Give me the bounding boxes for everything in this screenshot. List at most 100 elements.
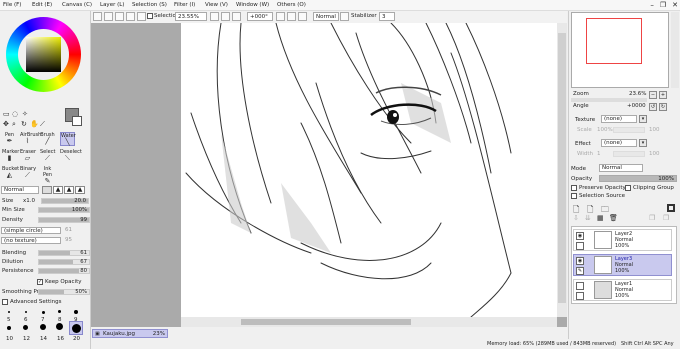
layer-effect-select[interactable]: (none): [601, 139, 637, 147]
flip-button[interactable]: [340, 12, 349, 21]
rect-select-icon[interactable]: ▭: [3, 110, 10, 118]
brush-dot-16[interactable]: [56, 323, 63, 330]
brush-dot-10[interactable]: [7, 326, 11, 330]
lasso-icon[interactable]: ◌: [12, 110, 18, 118]
tool-deselect[interactable]: Deselect ⟍: [60, 149, 82, 163]
tool-airbrush[interactable]: AirBrush ⌇: [20, 132, 41, 146]
advanced-settings-checkbox[interactable]: [2, 299, 8, 305]
rotate-left-button[interactable]: [276, 12, 285, 21]
zoom-field[interactable]: 23.55%: [175, 12, 207, 21]
brush-shape-triangle-small-icon[interactable]: ▲: [53, 186, 63, 194]
menu-others[interactable]: Others (O): [277, 2, 306, 8]
size-multiplier[interactable]: x1.0: [23, 198, 35, 204]
rotate-reset-button[interactable]: [298, 12, 307, 21]
brush-dot-14[interactable]: [40, 324, 46, 330]
brush-shape-triangle-mid-icon[interactable]: ▲: [64, 186, 74, 194]
nav-zoom-slider[interactable]: [571, 98, 647, 102]
zoom-icon[interactable]: ⌕: [12, 120, 16, 129]
visibility-box[interactable]: [576, 282, 584, 290]
brush-shape-square[interactable]: [42, 186, 52, 194]
keep-opacity-checkbox[interactable]: ✓: [37, 279, 43, 285]
tool-marker[interactable]: Marker ▮: [2, 149, 19, 163]
tool-water[interactable]: Water ╲: [60, 132, 76, 146]
hand-icon[interactable]: ✋: [30, 120, 39, 128]
rotation-field[interactable]: +000°: [247, 12, 273, 21]
horizontal-scrollbar[interactable]: [181, 317, 557, 327]
texture-dropdown-button[interactable]: ▾: [639, 115, 647, 123]
menu-file[interactable]: File (F): [3, 2, 21, 8]
layer-mode-select[interactable]: Normal: [599, 164, 643, 172]
navigator-preview[interactable]: [571, 12, 669, 88]
delete-layer-icon[interactable]: 🗑: [609, 214, 618, 222]
invert-selection-button[interactable]: [115, 12, 124, 21]
clear-layer-icon[interactable]: ▦: [597, 214, 604, 222]
brush-dot-9[interactable]: [74, 310, 78, 314]
layer-opacity-slider[interactable]: 100%: [599, 175, 677, 182]
layer-texture-select[interactable]: (none): [601, 115, 637, 123]
layer-lock-box[interactable]: [576, 242, 584, 250]
close-button[interactable]: ✕: [672, 1, 678, 9]
tool-select[interactable]: Select ⟋: [40, 149, 55, 163]
zoom-reset-button[interactable]: [232, 12, 241, 21]
minimize-button[interactable]: –: [650, 1, 654, 9]
magic-wand-icon[interactable]: ✧: [22, 110, 28, 118]
scale-slider[interactable]: [613, 127, 645, 133]
brush-blend-mode-select[interactable]: Normal: [1, 186, 39, 194]
layer-item-selected[interactable]: ◉ ✎ Layer3 Normal 100%: [573, 254, 672, 276]
menu-layer[interactable]: Layer (L): [100, 2, 124, 8]
menu-canvas[interactable]: Canvas (C): [62, 2, 92, 8]
selection-source-checkbox[interactable]: [571, 193, 577, 199]
tool-eraser[interactable]: Eraser ▱: [20, 149, 36, 163]
min-size-slider[interactable]: 100%: [38, 207, 90, 213]
preserve-opacity-checkbox[interactable]: [571, 185, 577, 191]
navigator-scrollbar[interactable]: [671, 12, 679, 88]
transfer-down-icon[interactable]: ⇩: [573, 214, 579, 222]
brush-shape-triangle-large-icon[interactable]: ▲: [75, 186, 85, 194]
smoothing-slider[interactable]: 50%: [38, 289, 90, 295]
copy-layer-icon[interactable]: ❐: [649, 214, 655, 222]
document-tab[interactable]: ▣ Kaujaku.jpg 23%: [92, 329, 168, 338]
brush-dot-6[interactable]: [25, 311, 27, 313]
rotate-right-button[interactable]: [287, 12, 296, 21]
selection-options-button[interactable]: [126, 12, 135, 21]
density-slider[interactable]: 99: [38, 217, 90, 223]
deselect-button[interactable]: [104, 12, 113, 21]
brush-dot-20-selected[interactable]: [69, 321, 83, 335]
blending-slider[interactable]: 61: [38, 250, 90, 256]
tool-brush[interactable]: Brush ╱: [40, 132, 55, 146]
width-slider[interactable]: [613, 151, 645, 157]
vertical-scroll-thumb[interactable]: [558, 33, 566, 303]
toggle-selection-button[interactable]: [137, 12, 146, 21]
saturation-value-square[interactable]: [26, 37, 61, 72]
brush-dot-8[interactable]: [58, 310, 61, 313]
horizontal-scroll-thumb[interactable]: [241, 319, 411, 325]
visibility-eye-icon[interactable]: ◉: [576, 232, 584, 240]
move-icon[interactable]: ✥: [3, 120, 9, 128]
paste-layer-icon[interactable]: ❐: [663, 214, 669, 222]
navigator-view-rect[interactable]: [586, 18, 642, 64]
rotate-icon[interactable]: ↻: [21, 120, 27, 128]
zoom-out-button[interactable]: [210, 12, 219, 21]
layer-item[interactable]: Layer1 Normal 100%: [573, 279, 672, 301]
menu-window[interactable]: Window (W): [236, 2, 269, 8]
drawing-canvas[interactable]: [181, 22, 557, 318]
size-slider[interactable]: 20.0: [41, 198, 89, 204]
select-all-button[interactable]: [93, 12, 102, 21]
layer-panel-toggle-icon[interactable]: [667, 204, 675, 212]
tool-inkpen[interactable]: Ink Pen ✎: [40, 166, 55, 185]
canvas-area[interactable]: [91, 22, 567, 327]
layer-item[interactable]: ◉ Layer2 Normal 100%: [573, 229, 672, 251]
menu-edit[interactable]: Edit (E): [32, 2, 52, 8]
tool-pen[interactable]: Pen ✒: [2, 132, 17, 146]
merge-down-icon[interactable]: ⇊: [585, 214, 591, 222]
nav-zoom-in-button[interactable]: +: [659, 91, 667, 99]
brush-dot-12[interactable]: [23, 325, 28, 330]
menu-selection[interactable]: Selection (S): [132, 2, 167, 8]
brush-dot-5[interactable]: [8, 311, 10, 313]
nav-rotate-left-button[interactable]: ↺: [649, 103, 657, 111]
menu-view[interactable]: View (V): [205, 2, 228, 8]
layer-lock-box[interactable]: [576, 292, 584, 300]
visibility-eye-icon[interactable]: ◉: [576, 257, 584, 265]
tool-binary[interactable]: Binary ⟋: [20, 166, 36, 180]
vertical-scrollbar[interactable]: [557, 23, 567, 317]
